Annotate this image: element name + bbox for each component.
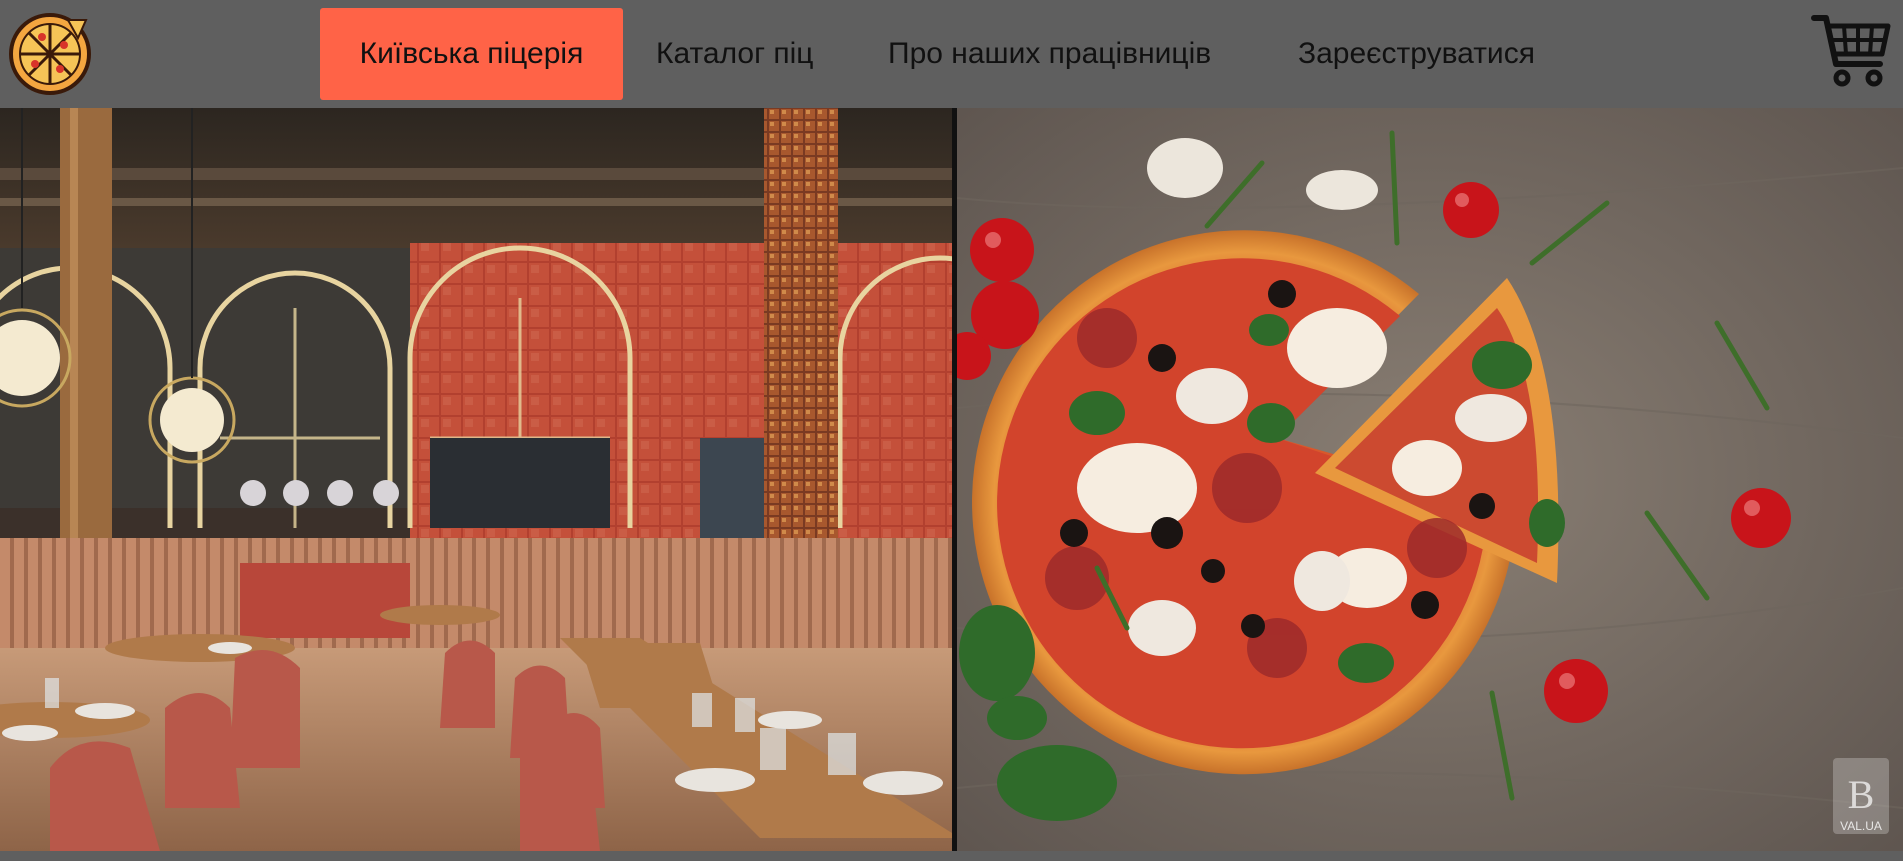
watermark-text: VAL.UA — [1840, 819, 1882, 833]
top-navbar: Київська піцерія Каталог піц Про наших п… — [0, 0, 1903, 108]
nav-register-label: Зареєструватися — [1298, 37, 1535, 70]
nav-register[interactable]: Зареєструватися — [1298, 8, 1535, 100]
shopping-cart-icon[interactable] — [1810, 10, 1892, 92]
hero-photos: B VAL.UA — [0, 108, 1903, 851]
bottom-bar — [0, 851, 1903, 861]
nav-catalog[interactable]: Каталог піц — [656, 8, 814, 100]
pizza-image: B VAL.UA — [957, 108, 1903, 851]
watermark-logo: B — [1848, 772, 1875, 817]
nav-home[interactable]: Київська піцерія — [320, 8, 623, 100]
nav-home-label: Київська піцерія — [359, 37, 584, 70]
nav-catalog-label: Каталог піц — [656, 37, 814, 70]
restaurant-interior-image — [0, 108, 952, 851]
nav-staff[interactable]: Про наших працівниців — [888, 8, 1211, 100]
pizza-icon[interactable] — [8, 12, 92, 96]
nav-staff-label: Про наших працівниців — [888, 37, 1212, 70]
